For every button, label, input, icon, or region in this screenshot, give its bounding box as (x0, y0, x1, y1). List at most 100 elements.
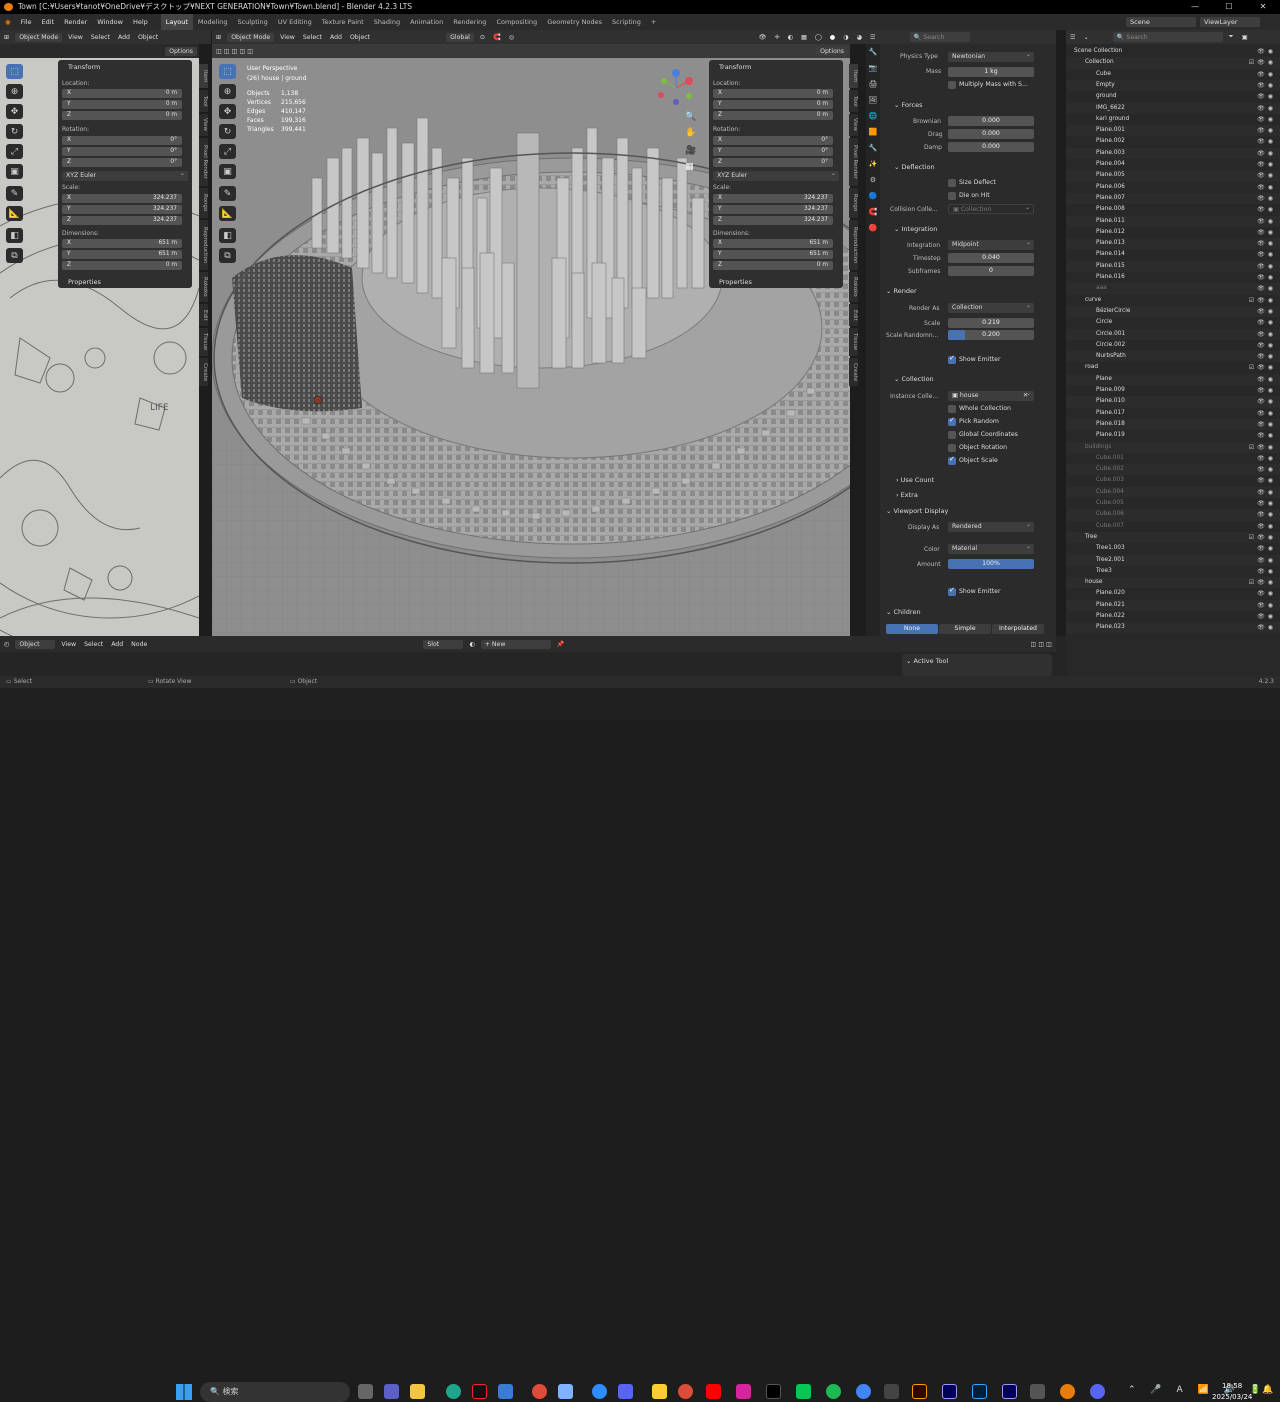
vp-loc-z[interactable]: Z0 m (713, 111, 833, 120)
viewport-menu-object[interactable]: Object (346, 34, 374, 41)
extra-panel[interactable]: › Extra (896, 491, 918, 499)
vp-tab-reproduction[interactable]: Reproduction (849, 220, 858, 270)
visibility-eye-icon[interactable]: 👁◉ (1257, 148, 1276, 159)
visibility-eye-icon[interactable]: 👁◉ (1257, 521, 1276, 532)
outliner-row[interactable]: NurbsPath 👁◉ (1066, 351, 1280, 363)
edge-icon[interactable] (446, 1384, 461, 1399)
visibility-eye-icon[interactable]: 👁◉ (1257, 588, 1276, 599)
visibility-eye-icon[interactable]: 👁◉ (1257, 170, 1276, 181)
outliner-row[interactable]: Cube.003 👁◉ (1066, 475, 1280, 486)
transform-tool[interactable]: ▣ (219, 164, 236, 179)
outliner-row[interactable]: Plane.001 👁◉ (1066, 125, 1280, 137)
tab-scripting[interactable]: Scripting (607, 14, 646, 30)
visibility-eye-icon[interactable]: 👁◉ (1257, 114, 1276, 125)
visibility-eye-icon[interactable]: 👁◉ (1257, 566, 1276, 577)
photoshop-icon[interactable] (972, 1384, 987, 1399)
outliner-row[interactable]: Plane.006 👁◉ (1066, 182, 1280, 193)
menu-render[interactable]: Render (59, 18, 92, 26)
ortho-toggle-icon[interactable]: ▦ (685, 162, 694, 172)
vp-tab-pixel-render[interactable]: Pixel Render (849, 138, 858, 186)
left-dim-x[interactable]: X 651 m (62, 239, 182, 248)
left-dim-y[interactable]: Y 651 m (62, 250, 182, 259)
scene-selector[interactable]: Scene (1126, 17, 1196, 27)
snap-icon[interactable]: 🧲 (489, 33, 505, 41)
vp-tab-edit[interactable]: Edit (849, 304, 858, 326)
windows-start-icon[interactable] (176, 1384, 192, 1400)
visibility-eye-icon[interactable]: 👁◉ (1257, 498, 1276, 509)
outliner-row[interactable]: kari ground 👁◉ (1066, 114, 1280, 125)
visibility-icon[interactable]: 👁 (755, 33, 771, 41)
outliner-funnel-icon[interactable]: ⏷ (1225, 33, 1238, 41)
visibility-eye-icon[interactable]: 👁◉ (1257, 238, 1276, 249)
outliner-row[interactable]: Plane.015 👁◉ (1066, 260, 1280, 272)
tab-rendering[interactable]: Rendering (448, 14, 491, 30)
select-tool[interactable]: ⬚ (219, 64, 236, 79)
tab-uv-editing[interactable]: UV Editing (273, 14, 317, 30)
outliner-row[interactable]: Plane.019 👁◉ (1066, 430, 1280, 441)
outliner-row[interactable]: Plane.022 👁◉ (1066, 611, 1280, 622)
visibility-eye-icon[interactable]: 👁◉ (1257, 464, 1276, 475)
outliner-search[interactable]: 🔍 Search (1112, 32, 1223, 42)
whole-collection-checkbox[interactable] (948, 405, 956, 413)
shader-menu-add[interactable]: Add (107, 641, 127, 648)
outliner-row[interactable]: Plane.010 👁◉ (1066, 396, 1280, 408)
visibility-eye-icon[interactable]: 👁◉ (1257, 227, 1276, 238)
vp-loc-x[interactable]: X0 m (713, 89, 833, 98)
global-coordinates-checkbox[interactable] (948, 431, 956, 439)
mass-field[interactable]: 1 kg (948, 67, 1034, 77)
material-browse-icon[interactable]: ◐ (465, 641, 478, 648)
outliner-row[interactable]: Cube.001 👁◉ (1066, 453, 1280, 464)
outliner-filter-icon[interactable]: ⌄ (1080, 34, 1093, 41)
tab-geometry-nodes[interactable]: Geometry Nodes (542, 14, 607, 30)
physics-type-dropdown[interactable]: Newtonian (948, 50, 1034, 62)
shading-wire-icon[interactable]: ◯ (811, 34, 826, 41)
outliner-row[interactable]: Plane.012 👁◉ (1066, 227, 1280, 238)
zoom-icon[interactable] (592, 1384, 607, 1399)
visibility-eye-icon[interactable]: 👁◉ (1257, 216, 1276, 227)
left-tab-rokoko[interactable]: Rokoko (199, 272, 208, 302)
outliner-row[interactable]: Cube.002 👁◉ (1066, 464, 1280, 476)
visibility-eye-icon[interactable]: 👁◉ (1257, 125, 1276, 136)
editor-type-icon[interactable]: ⊞ (0, 34, 13, 41)
blender-menu-icon[interactable]: ◉ (0, 18, 16, 26)
notification-icon[interactable]: 🔔 (1262, 1385, 1273, 1395)
view-layer-selector[interactable]: ViewLayer (1200, 17, 1260, 27)
deflection-panel[interactable]: ⌄ Deflection (894, 163, 935, 171)
outliner-row[interactable]: Scene Collection 👁◉ (1066, 46, 1280, 57)
visibility-eye-icon[interactable]: ☑👁◉ (1249, 362, 1276, 373)
clear-instance-icon[interactable]: ✕ (1023, 391, 1028, 401)
visibility-eye-icon[interactable]: 👁◉ (1257, 272, 1276, 283)
navigation-gizmo[interactable] (656, 68, 696, 108)
outliner-row[interactable]: Circle 👁◉ (1066, 317, 1280, 328)
left-menu-object[interactable]: Object (134, 34, 162, 41)
left-tab-create[interactable]: Create (199, 358, 208, 386)
shading-material-icon[interactable]: ◑ (839, 34, 852, 41)
visibility-eye-icon[interactable]: 👁◉ (1257, 193, 1276, 204)
outliner-row[interactable]: Plane.008 👁◉ (1066, 204, 1280, 215)
vp-rot-x[interactable]: X 0° (713, 136, 833, 145)
outliner-row[interactable]: Plane.017 👁◉ (1066, 408, 1280, 419)
add-cube-tool[interactable]: ◧ (219, 228, 236, 243)
shading-solid-icon[interactable]: ● (826, 34, 839, 41)
outliner-row[interactable]: Plane.007 👁◉ (1066, 192, 1280, 205)
vp-rot-z[interactable]: Z 0° (713, 158, 833, 167)
visibility-eye-icon[interactable]: 👁◉ (1257, 351, 1276, 362)
scale-randomness-field[interactable]: 0.200 (948, 330, 1034, 340)
outliner-row[interactable]: Plane.009 👁◉ (1066, 385, 1280, 396)
chrome-2-icon[interactable] (678, 1384, 693, 1399)
vp-rot-y[interactable]: Y 0° (713, 147, 833, 156)
chrome-icon[interactable] (532, 1384, 547, 1399)
vp-tab-create[interactable]: Create (849, 358, 858, 386)
maximize-button[interactable]: ☐ (1212, 0, 1246, 14)
visibility-eye-icon[interactable]: 👁◉ (1257, 317, 1276, 328)
left-scale-z[interactable]: Z 324.237 (62, 216, 182, 225)
visibility-eye-icon[interactable]: 👁◉ (1257, 136, 1276, 147)
visibility-eye-icon[interactable]: 👁◉ (1257, 430, 1276, 441)
outliner-row[interactable]: Plane.004 👁◉ (1066, 159, 1280, 170)
visibility-eye-icon[interactable]: 👁◉ (1257, 543, 1276, 554)
scale-field[interactable]: 0.219 (948, 318, 1034, 328)
shader-mode-dropdown[interactable]: Object (15, 639, 56, 649)
visibility-eye-icon[interactable]: 👁◉ (1257, 408, 1276, 419)
outliner-row[interactable]: Cube.005 👁◉ (1066, 498, 1280, 509)
line-icon[interactable] (796, 1384, 811, 1399)
